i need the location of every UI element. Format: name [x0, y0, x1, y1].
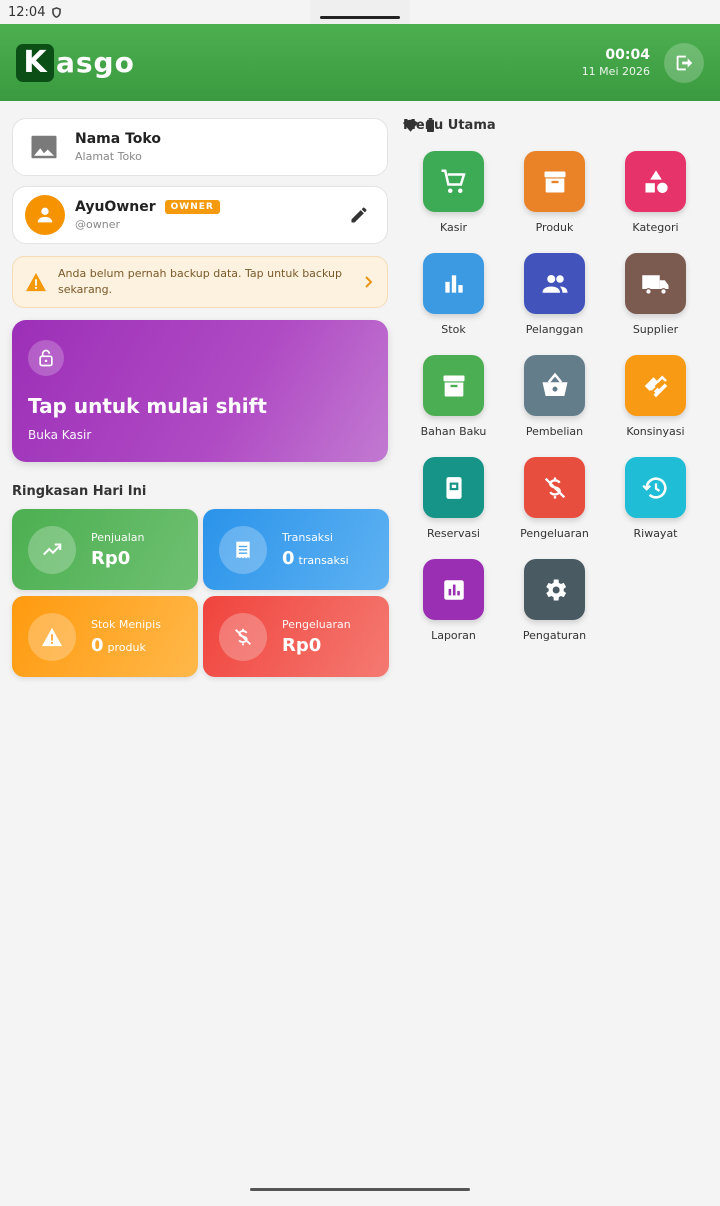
header-clock: 00:04 11 Mei 2026 — [582, 47, 650, 78]
menu-label: Stok — [441, 323, 466, 336]
menu-label: Laporan — [431, 629, 476, 642]
stat-value: 0 — [282, 547, 295, 569]
avatar — [25, 195, 65, 235]
status-bar: 12:04 — [0, 0, 720, 132]
summary-title: Ringkasan Hari Ini — [12, 484, 147, 499]
trending-up-icon — [28, 525, 76, 574]
stat-low-stock[interactable]: Stok Menipis 0 produk — [12, 596, 198, 677]
store-name: Nama Toko — [75, 131, 161, 147]
menu-item-bahan-baku[interactable]: Bahan Baku — [403, 355, 504, 445]
lock-open-icon — [28, 340, 64, 376]
money-off-icon — [219, 612, 267, 661]
logout-button[interactable] — [664, 42, 704, 83]
menu-label: Pengaturan — [522, 629, 587, 642]
basket-icon — [524, 355, 585, 416]
book-icon — [423, 457, 484, 518]
stat-label: Penjualan — [91, 530, 145, 544]
stat-unit: transaksi — [298, 553, 349, 567]
app-logo: K asgo — [16, 43, 135, 82]
menu-label: Konsinyasi — [626, 425, 685, 438]
clock-time: 00:04 — [605, 47, 650, 63]
menu-item-pembelian[interactable]: Pembelian — [504, 355, 605, 445]
status-time: 12:04 — [8, 4, 46, 20]
home-indicator[interactable] — [250, 1188, 470, 1191]
stat-label: Stok Menipis — [91, 617, 161, 631]
stat-value: 0 — [91, 634, 104, 656]
menu-label: Produk — [535, 221, 574, 234]
menu-label: Reservasi — [427, 527, 480, 540]
menu-label: Pembelian — [525, 425, 584, 438]
menu-label: Kasir — [439, 221, 468, 234]
category-icon — [625, 151, 686, 212]
report-icon — [423, 559, 484, 620]
menu-item-produk[interactable]: Produk — [504, 151, 605, 241]
stat-transactions[interactable]: Transaksi 0 transaksi — [203, 509, 389, 590]
stat-expenses[interactable]: Pengeluaran Rp0 — [203, 596, 389, 677]
app-header: K asgo 00:04 11 Mei 2026 — [0, 24, 720, 101]
user-name: AyuOwner — [75, 199, 156, 215]
menu-item-pengeluaran[interactable]: Pengeluaran — [504, 457, 605, 547]
person-icon — [37, 207, 53, 223]
logout-icon — [676, 55, 693, 70]
chevron-right-icon — [365, 276, 373, 288]
cart-icon — [423, 151, 484, 212]
stat-label: Transaksi — [282, 530, 333, 544]
menu-label: Riwayat — [633, 527, 678, 540]
menu-grid: Kasir Produk Kategori Stok Pelanggan Sup… — [403, 151, 708, 649]
shift-subtitle: Buka Kasir — [28, 428, 92, 442]
receipt-icon — [219, 525, 267, 574]
menu-item-laporan[interactable]: Laporan — [403, 559, 504, 649]
role-badge: OWNER — [164, 200, 220, 214]
user-card[interactable]: AyuOwner OWNER @owner — [12, 186, 388, 244]
menu-item-konsinyasi[interactable]: Konsinyasi — [605, 355, 706, 445]
backup-warning-text: Anda belum pernah backup data. Tap untuk… — [58, 267, 342, 296]
menu-item-pelanggan[interactable]: Pelanggan — [504, 253, 605, 343]
main-menu: Menu Utama Kasir Produk Kategori Stok Pe… — [403, 118, 708, 649]
clock-date: 11 Mei 2026 — [581, 65, 650, 78]
menu-label: Bahan Baku — [420, 425, 487, 438]
menu-label: Kategori — [632, 221, 679, 234]
menu-item-kategori[interactable]: Kategori — [605, 151, 706, 241]
edit-icon[interactable] — [349, 205, 369, 225]
menu-item-stok[interactable]: Stok — [403, 253, 504, 343]
user-handle: @owner — [75, 218, 120, 231]
warning-icon — [26, 272, 46, 292]
backup-warning[interactable]: Anda belum pernah backup data. Tap untuk… — [12, 256, 388, 308]
menu-item-riwayat[interactable]: Riwayat — [605, 457, 706, 547]
menu-item-supplier[interactable]: Supplier — [605, 253, 706, 343]
people-icon — [524, 253, 585, 314]
summary-grid: Penjualan Rp0 Transaksi 0 transaksi Stok Me… — [12, 509, 389, 677]
stat-unit: produk — [107, 640, 146, 654]
shield-icon — [52, 6, 62, 18]
image-icon — [31, 135, 57, 159]
money-off-icon — [524, 457, 585, 518]
store-address: Alamat Toko — [75, 150, 142, 163]
menu-item-reservasi[interactable]: Reservasi — [403, 457, 504, 547]
start-shift-card[interactable]: Tap untuk mulai shift Buka Kasir — [12, 320, 388, 462]
menu-item-kasir[interactable]: Kasir — [403, 151, 504, 241]
store-card[interactable]: Nama Toko Alamat Toko — [12, 118, 388, 176]
menu-label: Pengeluaran — [520, 527, 589, 540]
left-column: Nama Toko Alamat Toko AyuOwner OWNER @own… — [12, 118, 389, 677]
history-icon — [625, 457, 686, 518]
shift-title: Tap untuk mulai shift — [28, 394, 267, 418]
truck-icon — [625, 253, 686, 314]
archive-icon — [524, 151, 585, 212]
logo-mark: K — [16, 43, 54, 82]
bar-chart-icon — [423, 253, 484, 314]
menu-title: Menu Utama — [403, 118, 496, 133]
stat-label: Pengeluaran — [282, 617, 351, 631]
gear-icon — [524, 559, 585, 620]
menu-label: Supplier — [632, 323, 679, 336]
stat-value: Rp0 — [91, 547, 131, 569]
stat-value: Rp0 — [282, 634, 322, 656]
menu-label: Pelanggan — [525, 323, 584, 336]
logo-text: asgo — [56, 46, 135, 79]
handshake-icon — [625, 355, 686, 416]
box-icon — [423, 355, 484, 416]
menu-item-pengaturan[interactable]: Pengaturan — [504, 559, 605, 649]
stat-sales[interactable]: Penjualan Rp0 — [12, 509, 198, 590]
warning-icon — [28, 612, 76, 661]
